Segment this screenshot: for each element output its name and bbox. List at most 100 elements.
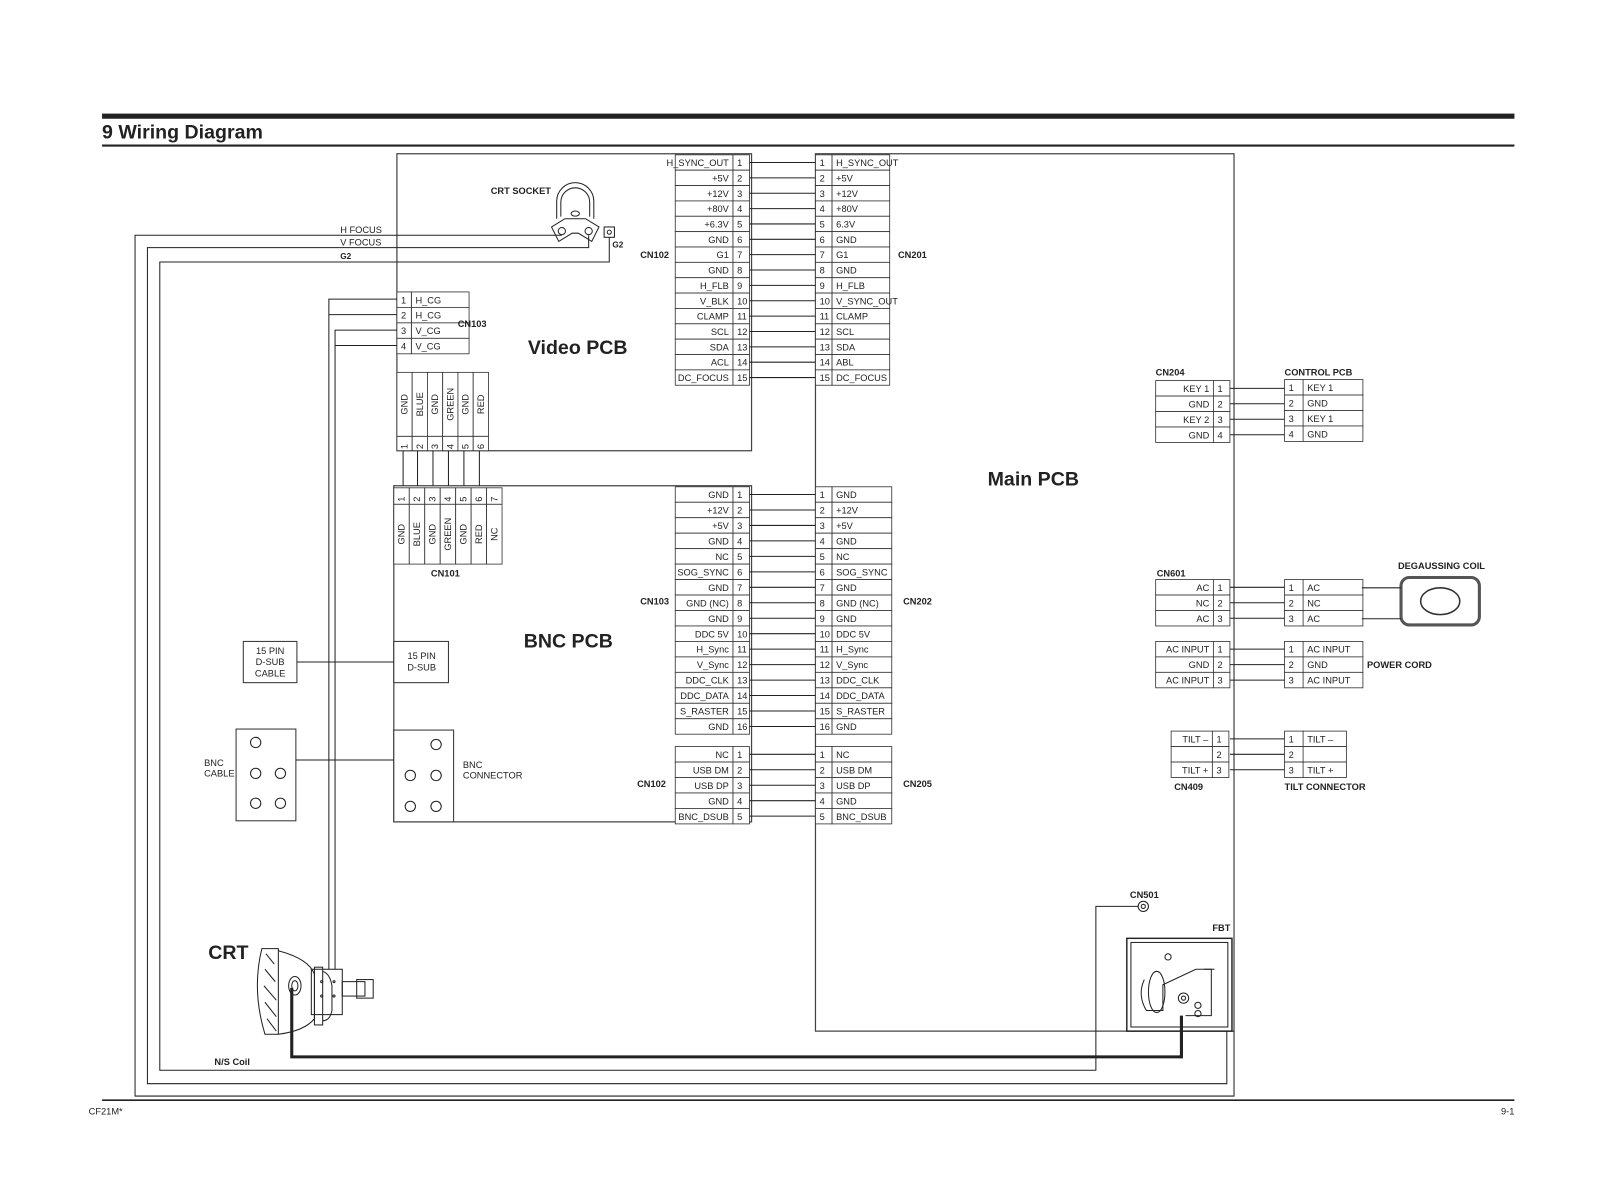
- cn601-pin-label: AC: [1196, 583, 1209, 593]
- cn409-pin-row: 2: [1170, 746, 1230, 763]
- video-rgb-pin-col: 6 RED: [472, 371, 489, 452]
- cn202-table: 1 GND 2 +12V 3 +5V 4 GND 5 NC 6 SOG_SYNC 7 GND 8 GND (N…: [815, 486, 893, 735]
- bnc-cable-box: [235, 728, 297, 822]
- h-focus-label: H FOCUS: [340, 225, 382, 235]
- cn101-pin-label: RED: [474, 524, 484, 544]
- cn102-video-pin-number: 14: [737, 358, 747, 368]
- cn101-pin-number: 3: [428, 497, 438, 502]
- cn103-bnc-label: CN103: [640, 596, 669, 606]
- cn202-pin-number: 1: [820, 490, 825, 500]
- cn205-pin-row: 2 USB DM: [815, 761, 893, 778]
- cn205-pin-number: 4: [820, 796, 825, 806]
- cn102-bnc-pin-row: 2 USB DM: [674, 761, 750, 778]
- video-rgb-pin-label: RED: [476, 394, 486, 414]
- cn409-label: CN409: [1174, 782, 1203, 792]
- cn205-label: CN205: [903, 779, 932, 789]
- cn102-bnc-pin-number: 4: [737, 796, 742, 806]
- cn201-label: CN201: [898, 250, 927, 260]
- cn205-pin-row: 3 USB DP: [815, 777, 893, 794]
- cn201-pin-number: 9: [820, 281, 825, 291]
- cn103-bnc-pin-row: 6 SOG_SYNC: [674, 563, 750, 580]
- bnc-pcb-label: BNC PCB: [524, 631, 613, 653]
- control-pin-label: KEY 1: [1307, 383, 1333, 393]
- cn103-video-pin-number: 1: [401, 295, 406, 305]
- cn102-video-pin-label: +6.3V: [704, 220, 729, 230]
- cn601-pin-label: AC: [1196, 614, 1209, 624]
- cn102-video-pin-number: 5: [737, 220, 742, 230]
- cn205-pin-number: 1: [820, 750, 825, 760]
- cn101-pin-col: 3 GND: [424, 487, 441, 565]
- cn201-pin-label: +12V: [836, 189, 859, 199]
- cn102-bnc-pin-label: BNC_DSUB: [678, 812, 728, 822]
- cn103-bnc-pin-number: 12: [737, 660, 747, 670]
- cn101-pin-col: 5 GND: [455, 487, 472, 565]
- power-cord-pin-row: 2 GND: [1284, 656, 1364, 673]
- cn102-video-table: 1H_SYNC_OUT2+5V3+12V4+80V5+6.3V6GND7G18G…: [667, 154, 750, 386]
- cn201-pin-number: 2: [820, 173, 825, 183]
- bnc-connector-line1: BNC: [463, 760, 483, 770]
- cn201-pin-label: H_SYNC_OUT: [836, 158, 899, 168]
- video-rgb-pin-label: GND: [430, 394, 440, 415]
- cn201-pin-row: 6 GND: [815, 231, 891, 248]
- cn103-bnc-pin-number: 5: [737, 552, 742, 562]
- cn202-pin-row: 3 +5V: [815, 517, 893, 534]
- cn409-pin-number: 1: [1216, 734, 1221, 744]
- cn103-video-pin-number: 3: [401, 326, 406, 336]
- cn204-pin-row: 1 KEY 1: [1155, 380, 1231, 397]
- cn202-pin-number: 11: [820, 645, 830, 655]
- cn201-pin-row: 8 GND: [815, 261, 891, 279]
- cn201-pin-row: 11 CLAMP: [815, 308, 891, 325]
- cn205-pin-row: 4 GND: [815, 792, 893, 809]
- cn101-pin-col: 7 NC: [486, 487, 503, 565]
- cn102-video-pin-label: SDA: [710, 342, 730, 352]
- cn202-pin-label: DDC_DATA: [836, 691, 885, 701]
- cn201-pin-row: 4 +80V: [815, 200, 891, 217]
- video-rgb-pin-label: GREEN: [445, 388, 455, 421]
- cn601-pin-number: 1: [1218, 583, 1223, 593]
- cn202-pin-number: 14: [820, 691, 830, 701]
- cn101-pin-col: 4 GREEN: [439, 487, 457, 565]
- cn103-bnc-pin-label: GND: [708, 537, 729, 547]
- cn103-bnc-pin-label: DDC_CLK: [686, 676, 730, 686]
- cn201-pin-label: DC_FOCUS: [836, 373, 887, 383]
- main-pcb-label: Main PCB: [988, 469, 1079, 491]
- cn101-pin-number: 4: [443, 497, 453, 502]
- cn103-bnc-pin-label: +5V: [712, 521, 730, 531]
- cn103-bnc-pin-label: GND: [708, 722, 729, 732]
- cn103-bnc-pin-row: 4 GND: [674, 532, 750, 550]
- cn102-video-pin-number: 3: [737, 189, 742, 199]
- crt-socket-icon: [550, 182, 600, 243]
- cn101-pin-label: GND: [397, 524, 407, 545]
- cn409-pin-label: TILT +: [1182, 765, 1208, 775]
- cn103-bnc-pin-label: V_Sync: [697, 660, 729, 670]
- cn101-label: CN101: [431, 568, 460, 578]
- degauss-pin-label: AC: [1307, 583, 1320, 593]
- cn202-pin-number: 4: [820, 537, 825, 547]
- cn102-video-pin-number: 11: [737, 312, 747, 322]
- power-main-table: 1 AC INPUT 2 GND 3 AC INPUT: [1155, 641, 1231, 689]
- control-pin-row: 4 GND: [1284, 425, 1364, 442]
- cn202-pin-row: 5 NC: [815, 548, 893, 565]
- cn201-pin-row: 9 H_FLB: [815, 277, 891, 294]
- control-pcb-label: CONTROL PCB: [1285, 367, 1353, 377]
- cn102-bnc-pin-row: 1 NC: [674, 746, 750, 763]
- control-pin-number: 4: [1289, 429, 1294, 439]
- bnc-cable-line2: CABLE: [204, 768, 234, 778]
- cn201-pin-label: +80V: [836, 204, 859, 214]
- tilt-pin-number: 1: [1289, 734, 1294, 744]
- cn103-bnc-pin-label: SOG_SYNC: [677, 567, 729, 577]
- bnc-connector-box: [393, 729, 455, 823]
- cn201-pin-number: 11: [820, 312, 830, 322]
- cn102-video-pin-number: 1: [737, 158, 742, 168]
- cn409-table: 1 TILT – 2 3 TILT +: [1170, 730, 1230, 778]
- cn103-bnc-pin-label: GND (NC): [686, 598, 729, 608]
- cn201-pin-number: 10: [820, 296, 830, 306]
- v-focus-label: V FOCUS: [340, 238, 381, 248]
- cn201-pin-label: H_FLB: [836, 281, 865, 291]
- cn102-bnc-pin-number: 3: [737, 781, 742, 791]
- cn101-pin-label: GND: [428, 524, 438, 545]
- rgb-link-wires: [402, 450, 480, 486]
- cn202-pin-row: 15 S_RASTER: [815, 702, 893, 720]
- cn201-pin-number: 5: [820, 220, 825, 230]
- cn103-bnc-pin-row: 9 GND: [674, 610, 750, 627]
